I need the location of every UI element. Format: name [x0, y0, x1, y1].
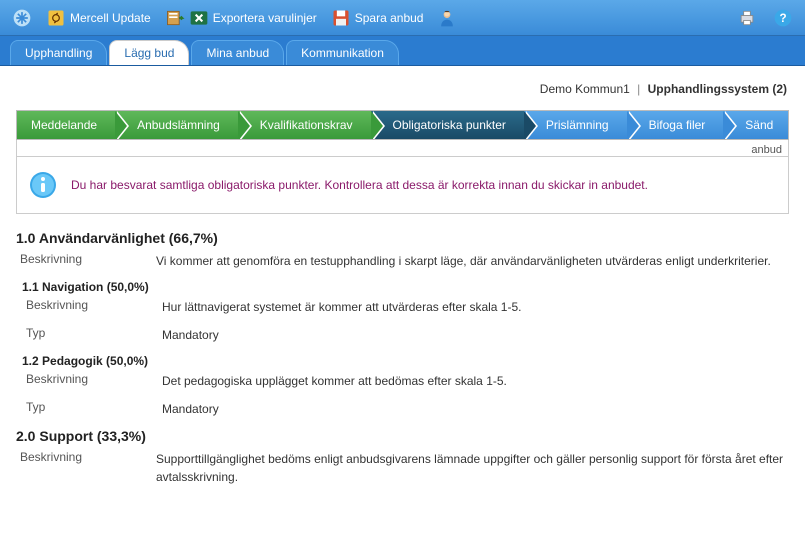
wizard-step-prislamning[interactable]: Prislämning — [524, 111, 627, 139]
wizard-step-bifoga-filer[interactable]: Bifoga filer — [627, 111, 724, 139]
toolbar-label: Mercell Update — [70, 11, 151, 25]
content-area: Demo Kommun1 | Upphandlingssystem (2) Me… — [0, 66, 805, 486]
context-org: Demo Kommun1 — [540, 82, 630, 96]
section-description: Vi kommer att genomföra en testupphandli… — [156, 252, 789, 270]
section-title: 1.0 Användarvänlighet (66,7%) — [16, 230, 789, 246]
label-beskrivning: Beskrivning — [16, 450, 156, 464]
sub-section: 1.1 Navigation (50,0%) Beskrivning Hur l… — [22, 280, 789, 418]
sub-title: 1.1 Navigation (50,0%) — [22, 280, 789, 294]
tab-lagg-bud[interactable]: Lägg bud — [109, 40, 189, 65]
tab-upphandling[interactable]: Upphandling — [10, 40, 107, 65]
kv-row: Typ Mandatory — [22, 326, 789, 344]
save-bid-button[interactable]: Spara anbud — [327, 6, 428, 30]
refresh-icon — [46, 8, 66, 28]
kv-row: Typ Mandatory — [22, 400, 789, 418]
user-icon[interactable] — [433, 6, 461, 30]
toolbar-right: ? — [733, 6, 797, 30]
asterisk-icon[interactable] — [8, 6, 36, 30]
tab-mina-anbud[interactable]: Mina anbud — [191, 40, 284, 65]
toolbar-left: Mercell Update Exportera varulinjer Spar… — [8, 6, 733, 30]
kv-row: Beskrivning Det pedagogiska upplägget ko… — [22, 372, 789, 390]
label-beskrivning: Beskrivning — [16, 252, 156, 266]
tab-kommunikation[interactable]: Kommunikation — [286, 40, 399, 65]
section-description: Supporttillgänglighet bedöms enligt anbu… — [156, 450, 789, 486]
breadcrumb: Demo Kommun1 | Upphandlingssystem (2) — [16, 76, 789, 110]
excel-icon — [189, 8, 209, 28]
printer-icon — [737, 8, 757, 28]
kv-row: Beskrivning Supporttillgänglighet bedöms… — [16, 450, 789, 486]
wizard-step-anbudslamning[interactable]: Anbudslämning — [115, 111, 238, 139]
print-button[interactable] — [733, 6, 761, 30]
section-title: 2.0 Support (33,3%) — [16, 428, 789, 444]
label-beskrivning: Beskrivning — [22, 372, 162, 386]
export-lines-button[interactable]: Exportera varulinjer — [161, 6, 321, 30]
wizard-steps: Meddelande Anbudslämning Kvalifikationsk… — [16, 110, 789, 140]
sub-title: 1.2 Pedagogik (50,0%) — [22, 354, 789, 368]
help-icon: ? — [773, 8, 793, 28]
sub-type: Mandatory — [162, 400, 789, 418]
hanging-label: anbud — [16, 140, 789, 156]
wizard-step-obligatoriska[interactable]: Obligatoriska punkter — [371, 111, 524, 139]
label-beskrivning: Beskrivning — [22, 298, 162, 312]
mercell-update-button[interactable]: Mercell Update — [42, 6, 155, 30]
sub-type: Mandatory — [162, 326, 789, 344]
toolbar-label: Exportera varulinjer — [213, 11, 317, 25]
main-tabs: Upphandling Lägg bud Mina anbud Kommunik… — [0, 36, 805, 66]
info-text: Du har besvarat samtliga obligatoriska p… — [71, 178, 648, 192]
export-icon — [165, 8, 185, 28]
sub-description: Det pedagogiska upplägget kommer att bed… — [162, 372, 789, 390]
save-icon — [331, 8, 351, 28]
svg-text:?: ? — [779, 12, 786, 25]
kv-row: Beskrivning Vi kommer att genomföra en t… — [16, 252, 789, 270]
sub-description: Hur lättnavigerat systemet är kommer att… — [162, 298, 789, 316]
info-icon — [29, 171, 57, 199]
info-box: Du har besvarat samtliga obligatoriska p… — [16, 156, 789, 214]
label-typ: Typ — [22, 400, 162, 414]
wizard-step-meddelande[interactable]: Meddelande — [17, 111, 115, 139]
context-system: Upphandlingssystem (2) — [648, 82, 787, 96]
top-toolbar: Mercell Update Exportera varulinjer Spar… — [0, 0, 805, 36]
help-button[interactable]: ? — [769, 6, 797, 30]
toolbar-label: Spara anbud — [355, 11, 424, 25]
separator: | — [637, 82, 640, 96]
label-typ: Typ — [22, 326, 162, 340]
kv-row: Beskrivning Hur lättnavigerat systemet ä… — [22, 298, 789, 316]
wizard-step-kvalifikationskrav[interactable]: Kvalifikationskrav — [238, 111, 371, 139]
